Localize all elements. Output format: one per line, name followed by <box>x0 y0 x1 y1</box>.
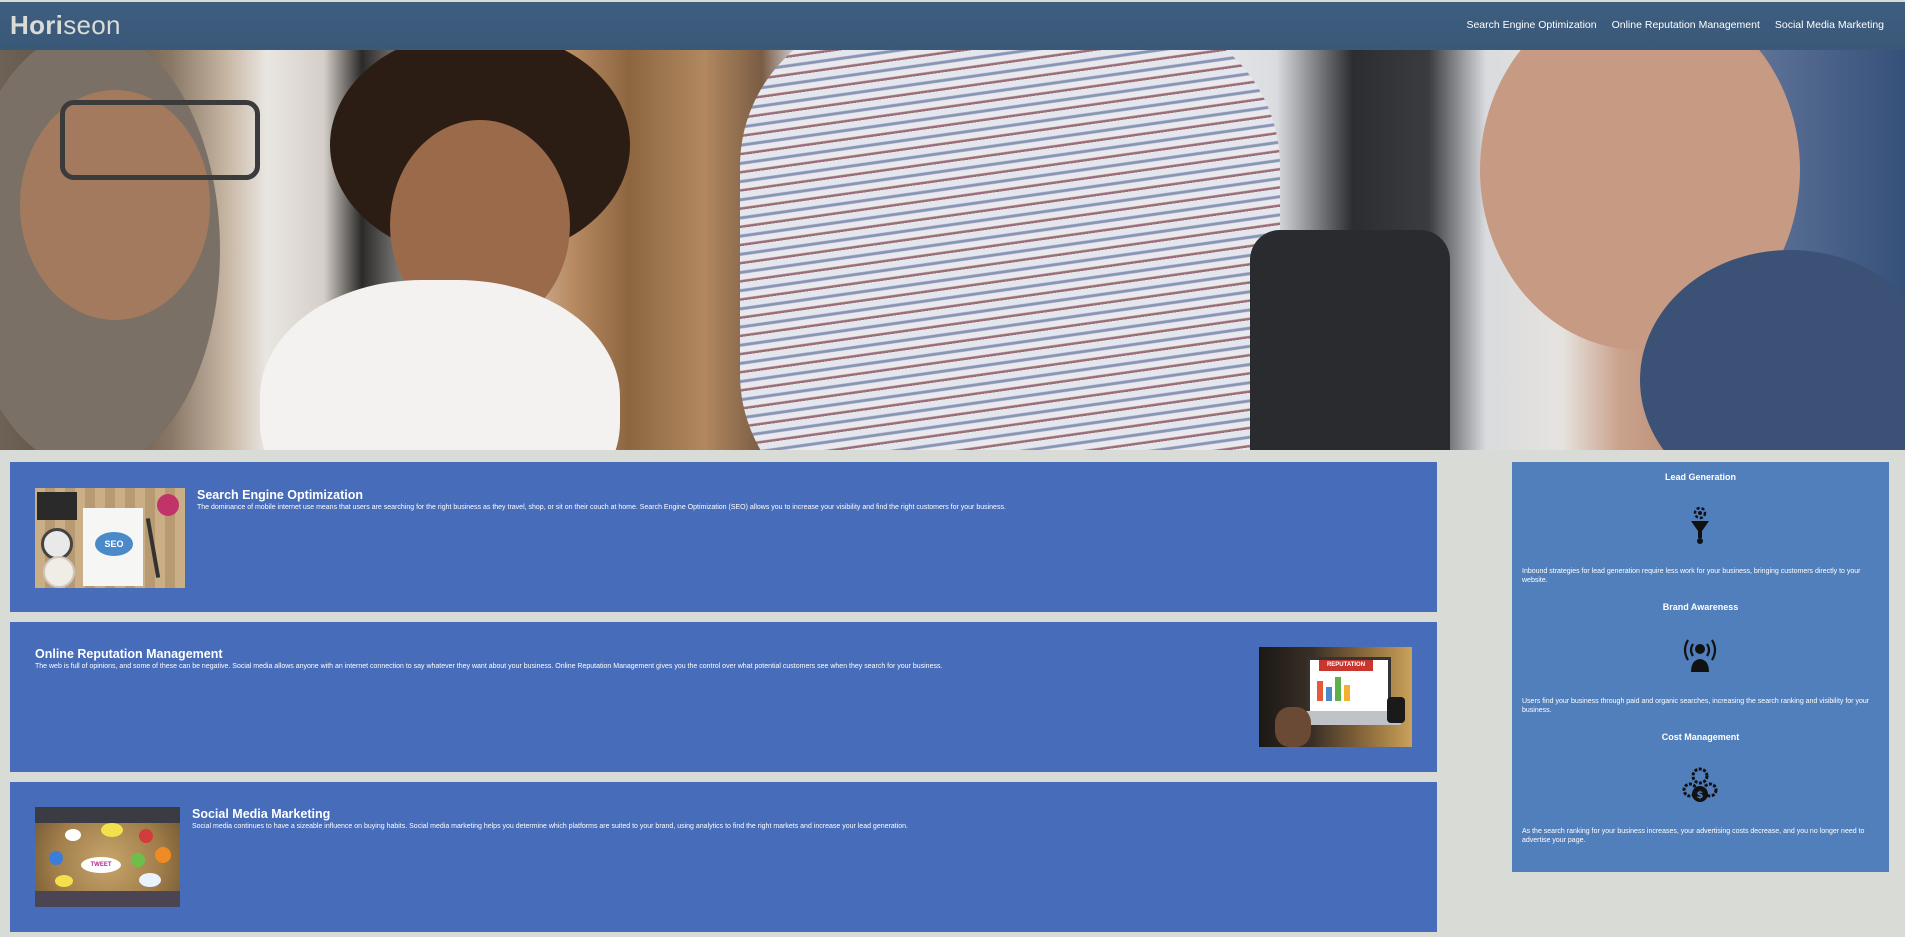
site-logo[interactable]: Horiseon <box>10 10 121 41</box>
benefit-lead-generation: Lead Generation <box>1512 472 1889 482</box>
seo-image: SEO <box>35 488 185 588</box>
social-media-heading: Social Media Marketing <box>192 807 331 821</box>
main-nav: Search Engine Optimization Online Reputa… <box>1466 19 1884 31</box>
reputation-heading: Online Reputation Management <box>35 647 223 661</box>
benefit-cost-management: Cost Management <box>1512 732 1889 742</box>
seo-heading: Search Engine Optimization <box>197 488 363 502</box>
svg-text:$: $ <box>1697 790 1704 801</box>
benefit-lead-generation-text: Inbound strategies for lead generation r… <box>1522 568 1861 584</box>
reputation-label: REPUTATION <box>1319 660 1373 671</box>
brand-broadcast-icon <box>1683 639 1717 672</box>
reputation-text: The web is full of opinions, and some of… <box>35 663 943 670</box>
lead-funnel-icon <box>1691 506 1709 544</box>
cost-gears-icon: $ <box>1682 767 1718 802</box>
content-seo: SEO Search Engine Optimization The domin… <box>10 462 1437 612</box>
tweet-label: TWEET <box>81 857 121 873</box>
nav-link-reputation[interactable]: Online Reputation Management <box>1612 19 1760 31</box>
benefit-brand-awareness-text: Users find your business through paid an… <box>1522 698 1870 714</box>
reputation-image: REPUTATION <box>1259 647 1412 747</box>
logo-text-primary: Hori <box>10 10 64 40</box>
content-social-media: TWEET Social Media Marketing Social medi… <box>10 782 1437 932</box>
nav-link-seo[interactable]: Search Engine Optimization <box>1466 19 1596 31</box>
benefit-brand-awareness-title: Brand Awareness <box>1662 602 1739 612</box>
content-reputation: Online Reputation Management The web is … <box>10 622 1437 772</box>
benefit-brand-awareness: Brand Awareness <box>1512 602 1889 612</box>
seo-text: The dominance of mobile internet use mea… <box>197 504 1006 511</box>
site-header: Horiseon Search Engine Optimization Onli… <box>0 0 1905 50</box>
social-media-image: TWEET <box>35 807 180 907</box>
benefits-sidebar: Lead Generation Inbound strategies for l… <box>1512 462 1889 872</box>
social-media-text: Social media continues to have a sizeabl… <box>192 823 908 830</box>
nav-link-social-media[interactable]: Social Media Marketing <box>1775 19 1884 31</box>
hero-image <box>0 50 1905 450</box>
benefit-cost-management-title: Cost Management <box>1661 732 1740 742</box>
benefit-cost-management-text: As the search ranking for your business … <box>1522 828 1865 844</box>
logo-text-accent: seon <box>63 10 121 40</box>
seo-label: SEO <box>95 532 133 556</box>
benefit-lead-generation-title: Lead Generation <box>1664 472 1736 482</box>
